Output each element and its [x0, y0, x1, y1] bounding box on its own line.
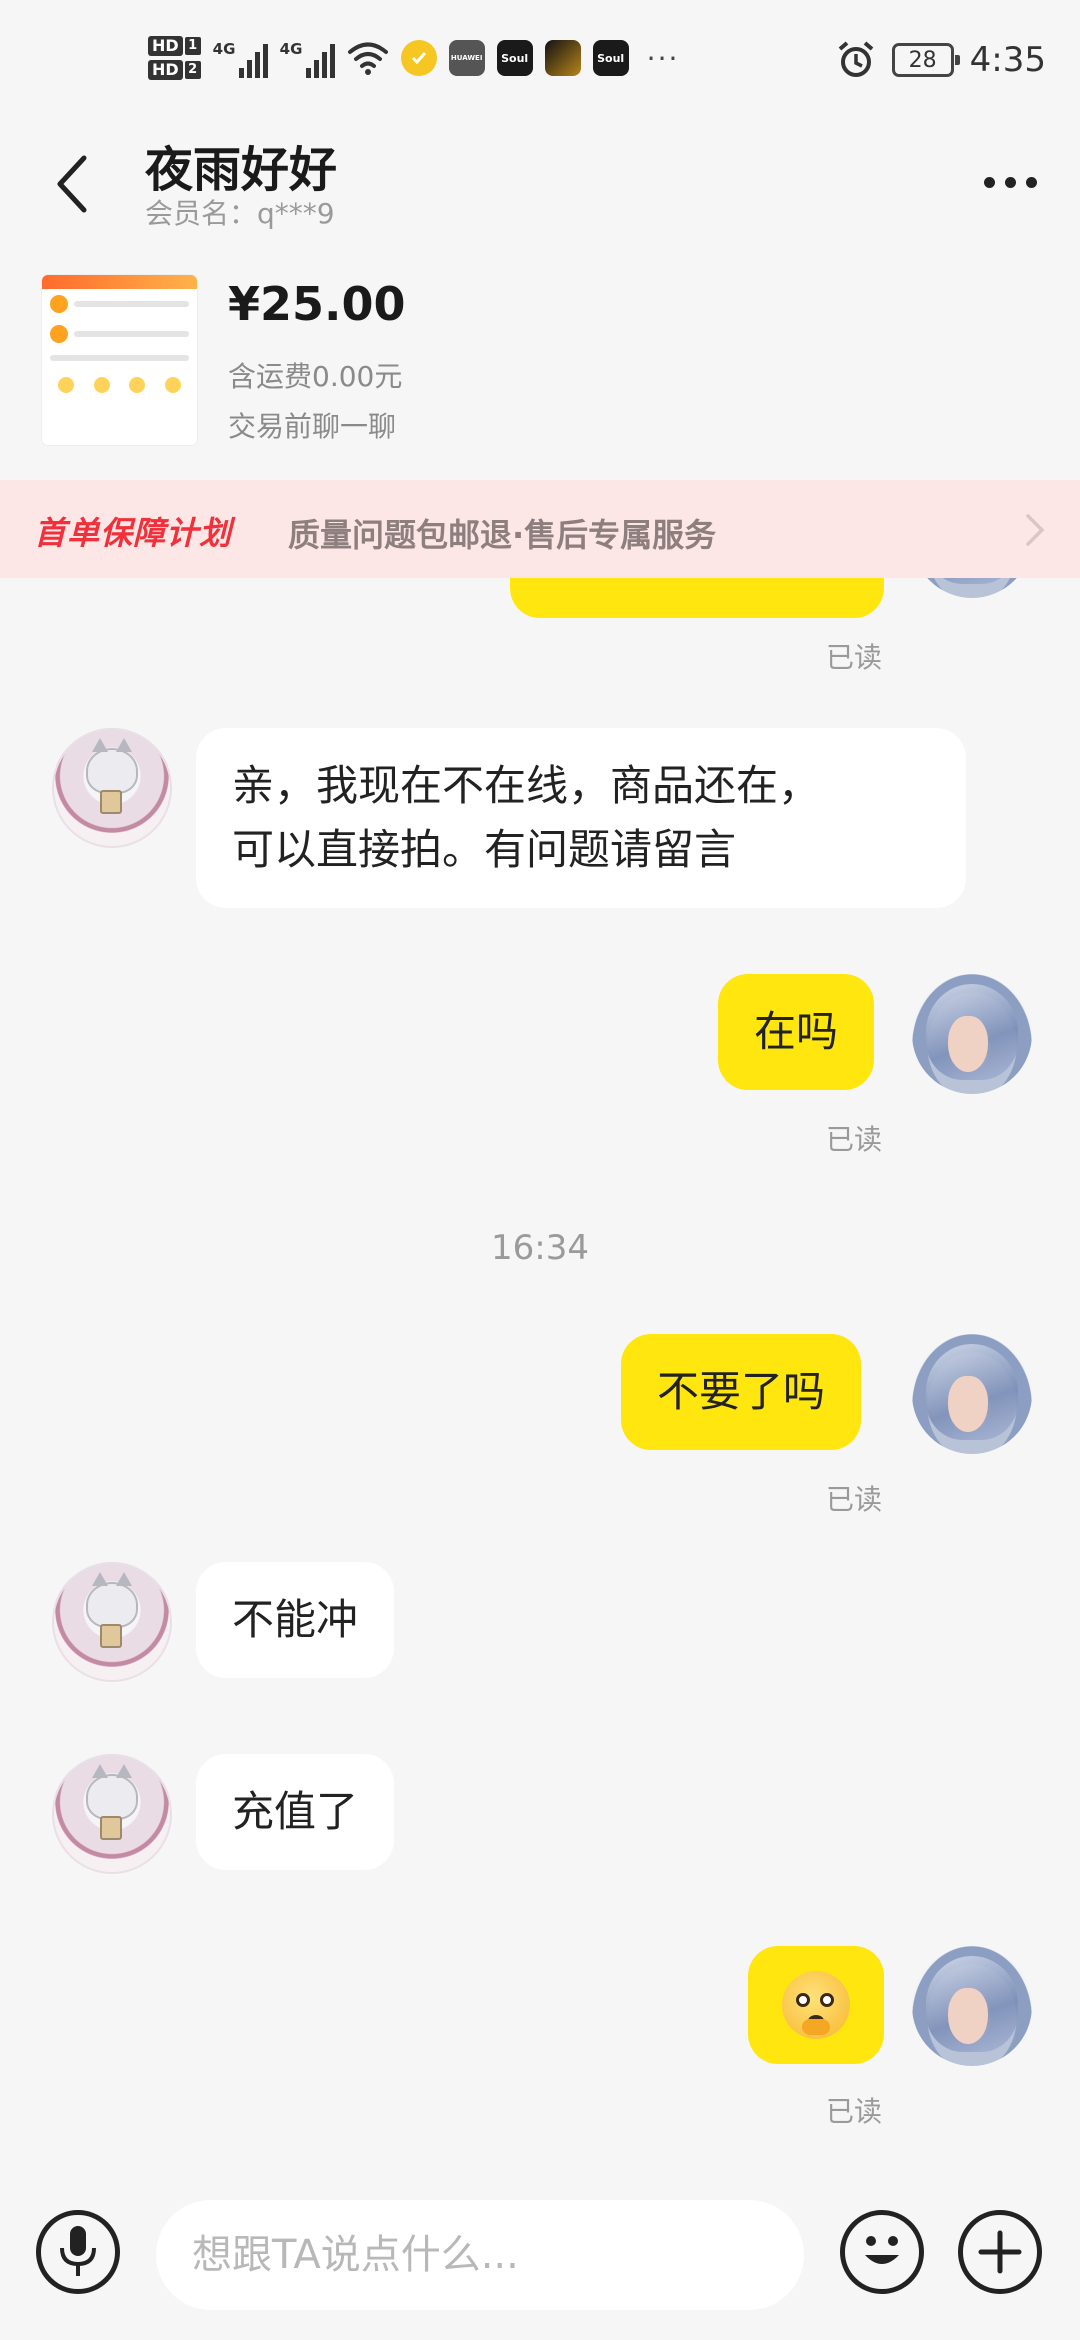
message-input[interactable]	[156, 2200, 804, 2310]
read-receipt: 已读	[826, 1123, 883, 1156]
product-thumbnail[interactable]	[42, 275, 197, 445]
sim2-indicator: HD 2	[148, 60, 201, 80]
message-bubble-outgoing[interactable]: 不要了吗	[621, 1334, 862, 1450]
message-text: 在吗	[754, 1007, 839, 1056]
sim-indicators: HD 1 HD 2	[148, 36, 201, 80]
buyer-avatar[interactable]	[912, 974, 1032, 1094]
signal-2-icon: 4G	[280, 38, 335, 78]
sim1-number: 1	[184, 37, 201, 55]
add-attachment-button[interactable]	[958, 2210, 1042, 2294]
more-options-button[interactable]	[970, 152, 1050, 212]
message-bubble-outgoing[interactable]	[510, 578, 884, 618]
microphone-icon	[60, 2226, 96, 2276]
message-text-line: 亲，我现在不在线，商品还在，	[232, 761, 821, 810]
more-dot-icon	[1025, 176, 1037, 188]
sim2-number: 2	[184, 61, 201, 79]
message-bubble-incoming[interactable]: 不能冲	[196, 1562, 395, 1678]
message-list[interactable]: 已读 亲，我现在不在线，商品还在， 可以直接拍。有问题请留言 在吗 已读 16:…	[0, 578, 1080, 2178]
seller-avatar[interactable]	[52, 728, 172, 848]
pleading-face-icon	[782, 1971, 850, 2039]
chevron-right-icon	[1026, 514, 1045, 546]
emoji-button[interactable]	[840, 2210, 924, 2294]
message-timestamp: 16:34	[491, 1228, 589, 1268]
member-name: 会员名：q***9	[145, 197, 335, 230]
voice-input-button[interactable]	[36, 2210, 120, 2294]
status-left: HD 1 HD 2 4G 4G HUAWEI Soul Soul ···	[148, 36, 679, 80]
soul-app-icon: Soul	[496, 40, 533, 76]
sim2-hd-label: HD	[148, 60, 183, 80]
wifi-icon	[347, 42, 388, 75]
alarm-icon	[838, 41, 873, 77]
soul-app-icon-2: Soul	[592, 40, 629, 76]
banner-title: 首单保障计划	[34, 514, 233, 552]
shipping-info: 含运费0.00元	[228, 360, 403, 393]
chat-hint: 交易前聊一聊	[228, 410, 397, 443]
message-bubble-outgoing[interactable]	[748, 1946, 884, 2064]
status-right: 28 4:35	[836, 40, 1046, 80]
back-button[interactable]	[42, 144, 102, 224]
chat-header: 夜雨好好 会员名：q***9	[0, 130, 1080, 245]
sim1-hd-label: HD	[148, 36, 183, 56]
buyer-avatar[interactable]	[912, 1334, 1032, 1454]
message-bubble-outgoing[interactable]: 在吗	[718, 974, 875, 1090]
status-bar: HD 1 HD 2 4G 4G HUAWEI Soul Soul ··· 28 …	[0, 0, 1080, 130]
seller-avatar[interactable]	[52, 1562, 172, 1682]
game-app-icon	[544, 40, 581, 76]
battery-icon: 28	[891, 43, 960, 77]
message-text: 不能冲	[232, 1595, 359, 1644]
banner-description: 质量问题包邮退·售后专属服务	[288, 516, 717, 554]
chat-screen: HD 1 HD 2 4G 4G HUAWEI Soul Soul ··· 28 …	[0, 0, 1080, 2340]
input-bar	[0, 2180, 1080, 2340]
signal-1-icon: 4G	[213, 38, 268, 78]
chevron-left-icon	[57, 155, 87, 213]
buyer-avatar[interactable]	[912, 578, 1032, 598]
network-type-2: 4G	[279, 40, 303, 58]
message-text: 不要了吗	[657, 1367, 826, 1416]
plus-icon	[978, 2230, 1022, 2274]
security-shield-icon	[400, 40, 437, 76]
message-bubble-incoming[interactable]: 充值了	[196, 1754, 395, 1870]
read-receipt: 已读	[826, 2095, 883, 2128]
huawei-app-icon: HUAWEI	[448, 40, 485, 76]
more-dot-icon	[1004, 176, 1016, 188]
chat-title: 夜雨好好	[145, 142, 338, 198]
message-bubble-incoming[interactable]: 亲，我现在不在线，商品还在， 可以直接拍。有问题请留言	[196, 728, 966, 908]
product-price: ¥25.00	[228, 277, 406, 331]
more-notifications-icon: ···	[646, 41, 680, 75]
read-receipt: 已读	[826, 1483, 883, 1516]
guarantee-banner[interactable]: 首单保障计划 质量问题包邮退·售后专属服务	[0, 480, 1080, 578]
more-dot-icon	[983, 176, 995, 188]
smiley-icon	[865, 2236, 899, 2264]
sim1-indicator: HD 1	[148, 36, 201, 56]
message-text: 充值了	[232, 1787, 359, 1836]
read-receipt: 已读	[826, 641, 883, 674]
buyer-avatar[interactable]	[912, 1946, 1032, 2066]
message-text-line: 可以直接拍。有问题请留言	[232, 825, 737, 874]
seller-avatar[interactable]	[52, 1754, 172, 1874]
status-time: 4:35	[969, 40, 1046, 80]
product-card[interactable]: ¥25.00 含运费0.00元 交易前聊一聊	[0, 255, 1080, 480]
network-type-1: 4G	[212, 40, 236, 58]
